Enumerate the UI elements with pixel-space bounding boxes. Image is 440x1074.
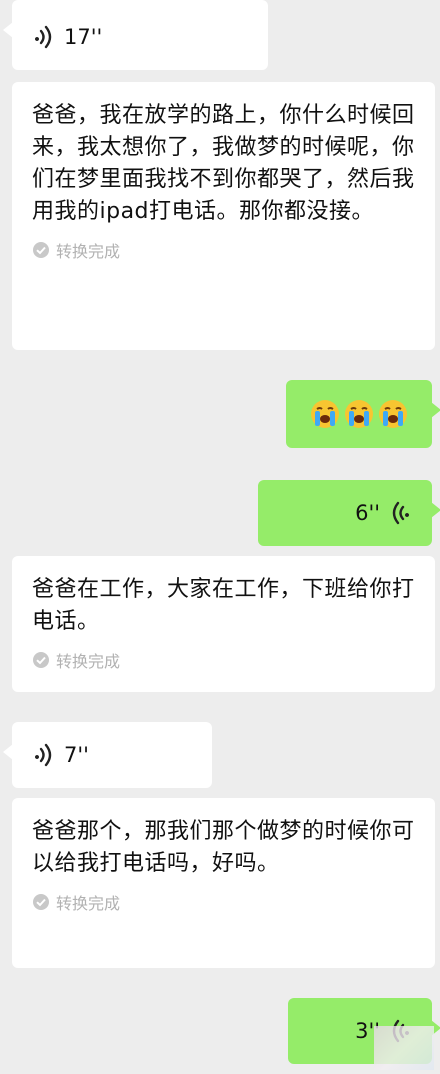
voice-wave-icon (392, 501, 410, 525)
emoji-message-bubble[interactable] (286, 380, 440, 448)
transcript-text: 爸爸在工作，大家在工作，下班给你打电话。 (32, 577, 415, 634)
crying-face-icon (311, 400, 339, 428)
voice-wave-icon (35, 743, 52, 767)
status-label: 转换完成 (56, 242, 121, 261)
check-circle-icon (33, 242, 49, 258)
voice-message-bubble[interactable]: 7'' (3, 722, 212, 788)
transcript-status: 转换完成 (32, 238, 417, 262)
voice-duration: 6'' (355, 501, 380, 525)
check-circle-icon (33, 894, 49, 910)
voice-wave-icon (35, 25, 52, 49)
status-label: 转换完成 (56, 894, 121, 913)
watermark (374, 1026, 434, 1070)
voice-message-bubble[interactable]: 17'' (3, 0, 268, 70)
transcript-text: 爸爸，我在放学的路上，你什么时候回来，我太想你了，我做梦的时候呢，你们在梦里面我… (32, 103, 415, 224)
crying-face-icon (345, 400, 373, 428)
voice-transcript: 爸爸，我在放学的路上，你什么时候回来，我太想你了，我做梦的时候呢，你们在梦里面我… (12, 82, 435, 350)
check-circle-icon (33, 652, 49, 668)
voice-transcript: 爸爸那个，那我们那个做梦的时候你可以给我打电话吗，好吗。 转换完成 (12, 798, 435, 968)
transcript-status: 转换完成 (32, 890, 417, 914)
crying-face-icon (379, 400, 407, 428)
voice-duration: 17'' (64, 25, 103, 49)
transcript-status: 转换完成 (32, 648, 417, 672)
emoji-group (286, 380, 432, 448)
voice-transcript: 爸爸在工作，大家在工作，下班给你打电话。 转换完成 (12, 556, 435, 692)
transcript-text: 爸爸那个，那我们那个做梦的时候你可以给我打电话吗，好吗。 (32, 819, 415, 876)
voice-duration: 7'' (64, 743, 89, 767)
status-label: 转换完成 (56, 652, 121, 671)
voice-message-bubble[interactable]: 6'' (258, 480, 440, 546)
